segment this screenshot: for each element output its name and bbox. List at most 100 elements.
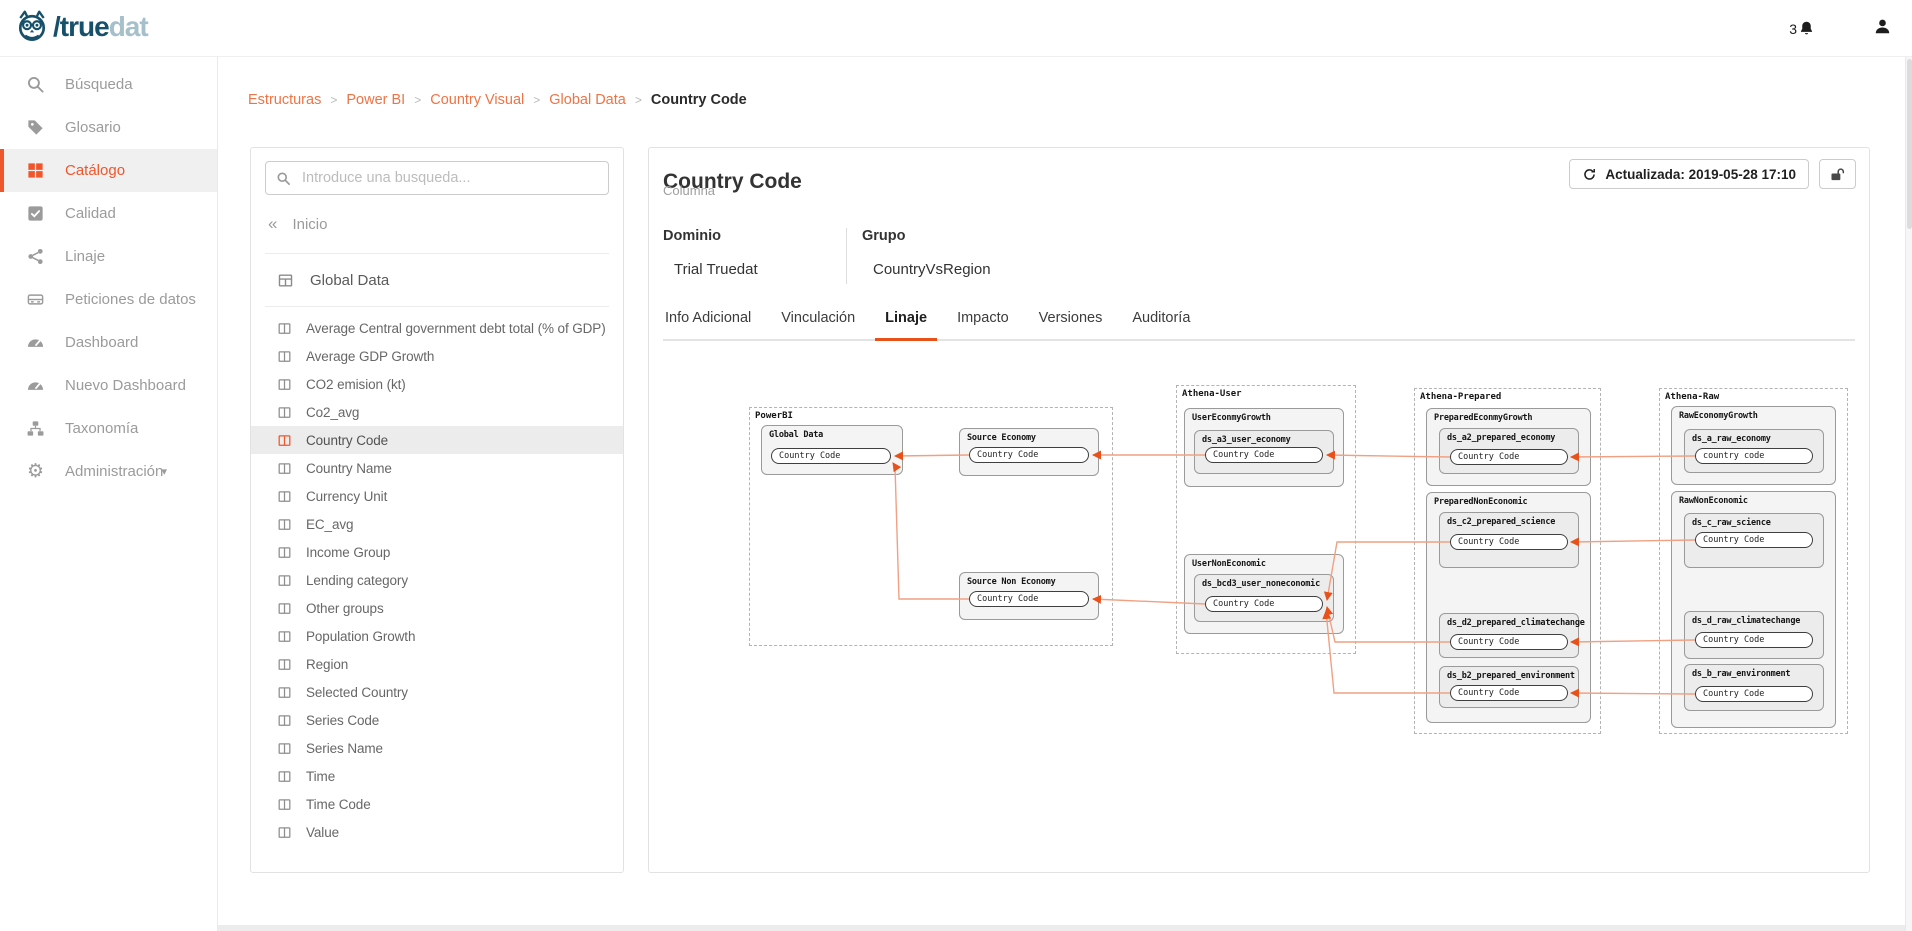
sidebar-item-dashboard[interactable]: Dashboard	[0, 321, 217, 364]
structure-detail-panel: Country Code Columna Actualizada: 2019-0…	[648, 147, 1870, 873]
sidebar-item-glosario[interactable]: Glosario	[0, 106, 217, 149]
lineage-node-ds-d2-country-code[interactable]: Country Code	[1450, 634, 1568, 650]
sidebar-item-linaje[interactable]: Linaje	[0, 235, 217, 278]
check-square-icon	[26, 204, 45, 223]
column-icon	[277, 601, 292, 616]
sidebar-item-nuevo-dashboard[interactable]: Nuevo Dashboard	[0, 364, 217, 407]
list-item[interactable]: Region	[251, 650, 623, 678]
list-item[interactable]: Lending category	[251, 566, 623, 594]
lineage-node-ds-b2-country-code[interactable]: Country Code	[1450, 685, 1568, 701]
lineage-node-ds-a-raw-country-code[interactable]: country code	[1695, 448, 1813, 464]
user-menu-button[interactable]	[1873, 17, 1892, 41]
column-icon	[277, 349, 292, 364]
list-item[interactable]: Selected Country	[251, 678, 623, 706]
divider	[265, 253, 609, 254]
breadcrumb-link-estructuras[interactable]: Estructuras	[248, 92, 321, 108]
list-item[interactable]: Co2_avg	[251, 398, 623, 426]
breadcrumb-current: Country Code	[651, 92, 747, 108]
list-item[interactable]: Average GDP Growth	[251, 342, 623, 370]
tag-icon	[26, 118, 45, 137]
sitemap-icon	[26, 419, 45, 438]
sidebar-item-catalogo[interactable]: Catálogo	[0, 149, 217, 192]
sidebar-item-taxonomia[interactable]: Taxonomía	[0, 407, 217, 450]
lineage-node-ds-d-raw-country-code[interactable]: Country Code	[1695, 632, 1813, 648]
notification-count: 3	[1789, 21, 1797, 37]
share-icon	[26, 247, 45, 266]
list-item[interactable]: Series Name	[251, 734, 623, 762]
breadcrumb: Estructuras > Power BI > Country Visual …	[248, 92, 747, 108]
list-item[interactable]: Time Code	[251, 790, 623, 818]
lineage-node-ds-b-raw-country-code[interactable]: Country Code	[1695, 686, 1813, 702]
list-item[interactable]: Other groups	[251, 594, 623, 622]
column-icon	[277, 797, 292, 812]
search-icon	[276, 171, 291, 186]
lineage-node-ds-a2-country-code[interactable]: Country Code	[1450, 449, 1568, 465]
breadcrumb-separator: >	[330, 93, 337, 107]
search-icon	[26, 75, 45, 94]
grid-icon	[26, 161, 45, 180]
top-bar: /truedat 3	[0, 0, 1912, 57]
column-icon	[277, 657, 292, 672]
gauge-icon	[26, 333, 45, 352]
bell-icon	[1798, 20, 1815, 37]
column-icon	[277, 489, 292, 504]
column-icon	[277, 545, 292, 560]
list-item[interactable]: CO2 emision (kt)	[251, 370, 623, 398]
breadcrumb-link-powerbi[interactable]: Power BI	[346, 92, 405, 108]
list-item[interactable]: Value	[251, 818, 623, 846]
column-icon	[277, 433, 292, 448]
list-item[interactable]: Population Growth	[251, 622, 623, 650]
column-icon	[277, 573, 292, 588]
main-content: Estructuras > Power BI > Country Visual …	[218, 57, 1912, 931]
lineage-node-ds-c-raw-country-code[interactable]: Country Code	[1695, 532, 1813, 548]
list-item-selected[interactable]: Country Code	[251, 426, 623, 454]
table-icon	[277, 272, 294, 289]
lineage-node-global-data-country-code[interactable]: Country Code	[771, 448, 891, 464]
list-item[interactable]: Currency Unit	[251, 482, 623, 510]
column-icon	[277, 405, 292, 420]
double-chevron-left-icon: «	[268, 214, 277, 234]
breadcrumb-link-country-visual[interactable]: Country Visual	[430, 92, 524, 108]
lineage-node-ds-a3-country-code[interactable]: Country Code	[1205, 447, 1323, 463]
chevron-down-icon: ▾	[161, 465, 167, 478]
column-icon	[277, 629, 292, 644]
column-icon	[277, 321, 292, 336]
list-item[interactable]: EC_avg	[251, 510, 623, 538]
sidebar-item-calidad[interactable]: Calidad	[0, 192, 217, 235]
sidebar-item-busqueda[interactable]: Búsqueda	[0, 63, 217, 106]
column-list: Average Central government debt total (%…	[251, 314, 623, 846]
owl-logo-icon	[14, 9, 50, 45]
back-to-inicio[interactable]: « Inicio	[268, 214, 328, 234]
list-item[interactable]: Average Central government debt total (%…	[251, 314, 623, 342]
list-item[interactable]: Country Name	[251, 454, 623, 482]
lineage-node-source-non-economy-country-code[interactable]: Country Code	[969, 591, 1089, 607]
sidebar-item-peticiones[interactable]: Peticiones de datos	[0, 278, 217, 321]
logo[interactable]: /truedat	[14, 9, 148, 45]
list-item[interactable]: Series Code	[251, 706, 623, 734]
divider	[265, 306, 609, 307]
structure-explorer-panel: « Inicio Global Data Average Central gov…	[250, 147, 624, 873]
scrollbar[interactable]	[1905, 57, 1912, 931]
brand-text: /truedat	[53, 11, 148, 43]
archive-icon	[26, 290, 45, 309]
column-icon	[277, 685, 292, 700]
breadcrumb-separator: >	[533, 93, 540, 107]
gear-icon: ⚙	[26, 462, 45, 481]
gauge-icon	[26, 376, 45, 395]
search-box	[265, 161, 609, 195]
lineage-node-ds-c2-country-code[interactable]: Country Code	[1450, 534, 1568, 550]
lineage-node-source-economy-country-code[interactable]: Country Code	[969, 447, 1089, 463]
lineage-diagram: PowerBI Athena-User Athena-Prepared Athe…	[649, 148, 1869, 872]
notifications-button[interactable]: 3	[1789, 20, 1815, 37]
sidebar-item-administracion[interactable]: ⚙ Administración ▾	[0, 450, 217, 493]
tree-item-global-data[interactable]: Global Data	[277, 264, 389, 296]
list-item[interactable]: Income Group	[251, 538, 623, 566]
search-input[interactable]	[300, 169, 598, 187]
breadcrumb-link-global-data[interactable]: Global Data	[549, 92, 626, 108]
lineage-node-ds-bcd3-country-code[interactable]: Country Code	[1205, 596, 1323, 612]
user-icon	[1873, 17, 1892, 36]
scrollbar-thumb[interactable]	[1907, 59, 1912, 229]
column-icon	[277, 825, 292, 840]
breadcrumb-separator: >	[414, 93, 421, 107]
list-item[interactable]: Time	[251, 762, 623, 790]
